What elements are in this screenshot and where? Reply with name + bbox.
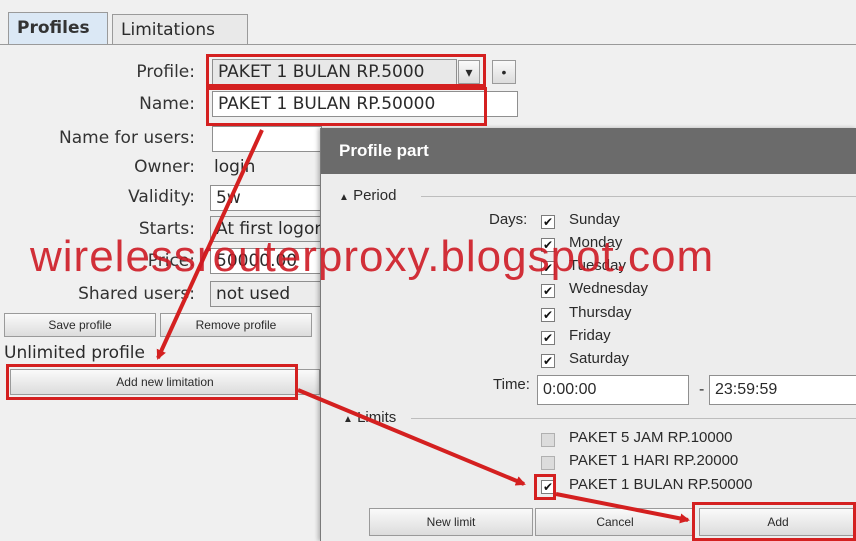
arrow-name-to-add-limitation xyxy=(156,129,264,360)
annotation-arrows xyxy=(156,129,690,524)
arrow-to-limit-checkbox xyxy=(297,388,526,486)
arrow-to-add-button xyxy=(555,492,690,524)
